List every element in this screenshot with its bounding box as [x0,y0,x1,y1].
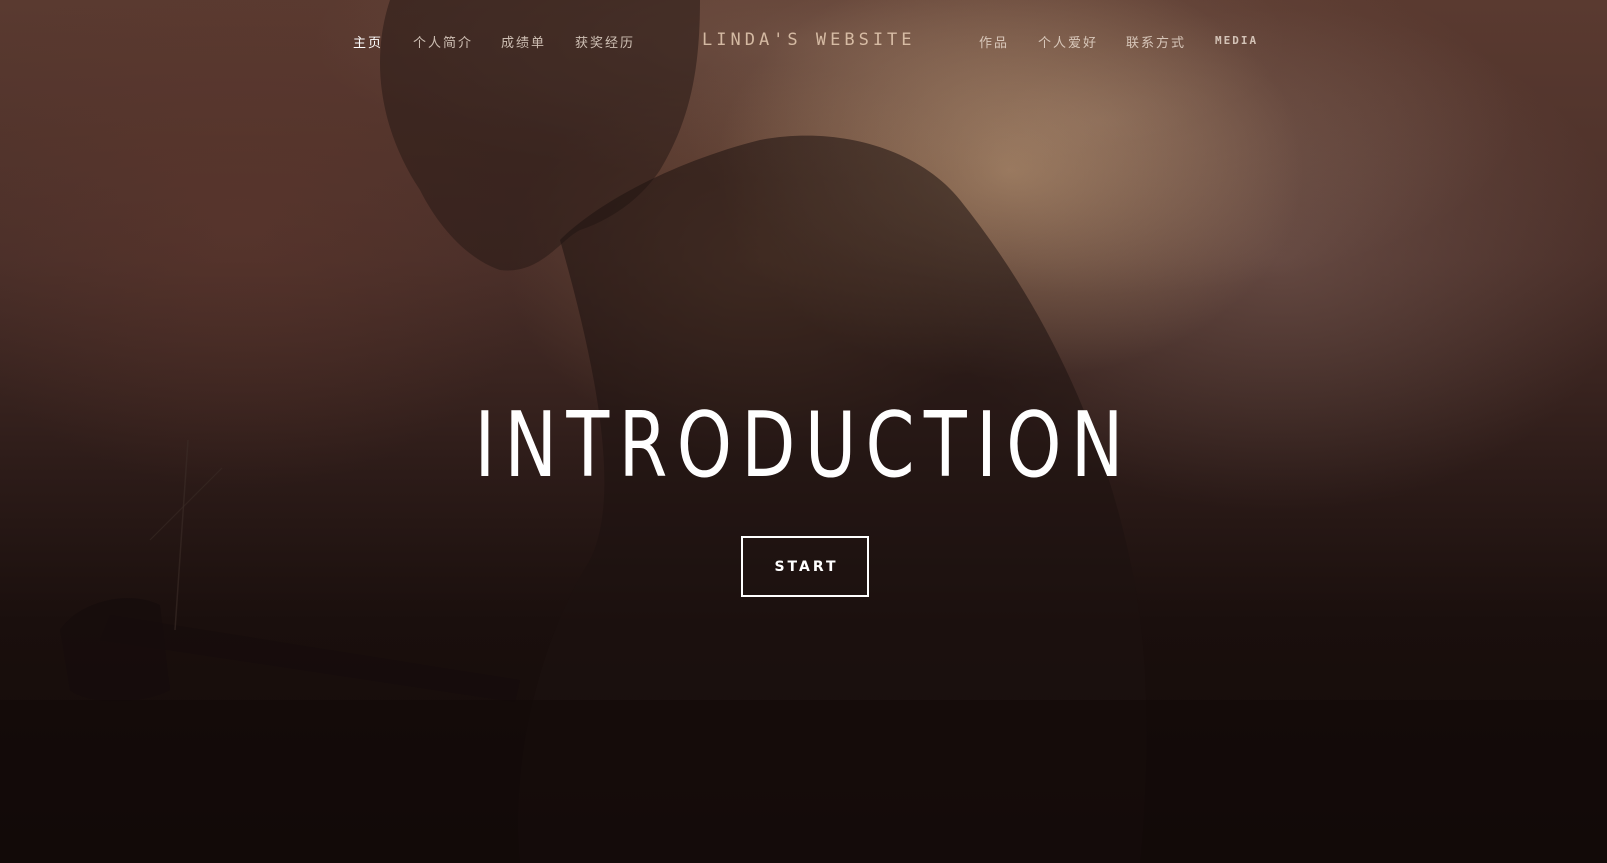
nav-item-profile[interactable]: 个人简介 [413,32,473,51]
nav-item-hobbies[interactable]: 个人爱好 [1038,32,1098,51]
top-navigation: 主页 个人简介 成绩单 获奖经历 LINDA'S WEBSITE 作品 个人爱好… [0,28,1607,56]
start-button[interactable]: START [741,536,869,597]
nav-item-transcript[interactable]: 成绩单 [501,32,546,51]
nav-item-media[interactable]: MEDIA [1215,34,1258,47]
nav-item-home[interactable]: 主页 [353,32,383,51]
hero-section: 主页 个人简介 成绩单 获奖经历 LINDA'S WEBSITE 作品 个人爱好… [0,0,1607,863]
nav-item-contact[interactable]: 联系方式 [1126,32,1186,51]
nav-item-awards[interactable]: 获奖经历 [575,32,635,51]
nav-item-works[interactable]: 作品 [979,32,1009,51]
hero-headline: INTRODUCTION [474,393,1133,498]
site-brand-logo[interactable]: LINDA'S WEBSITE [702,30,916,50]
